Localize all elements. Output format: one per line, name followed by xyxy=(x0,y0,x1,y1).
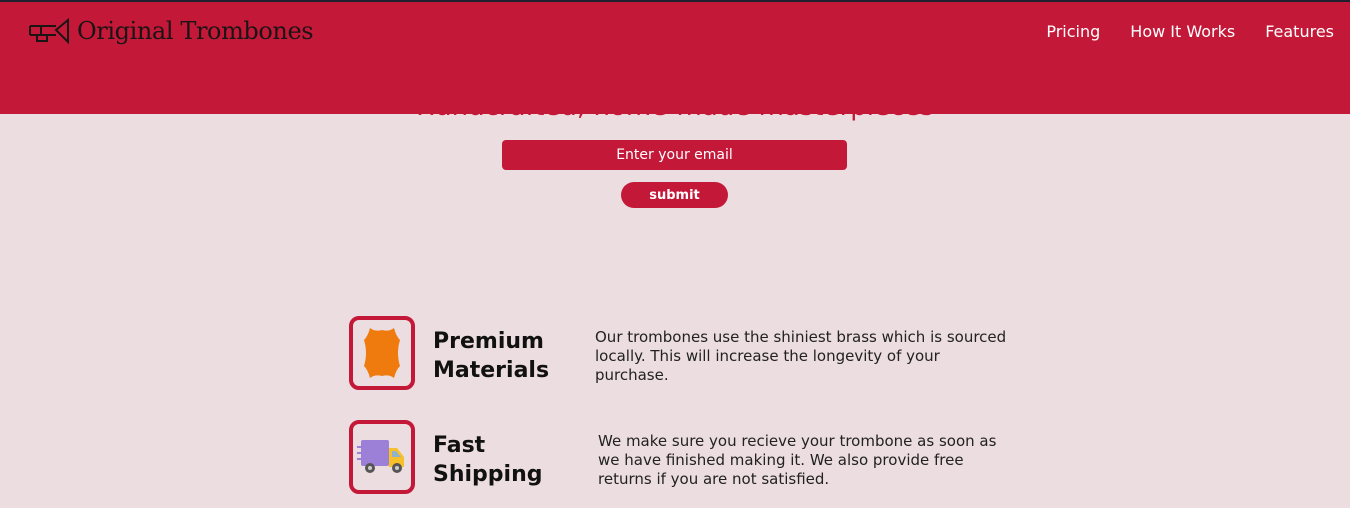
submit-button[interactable]: submit xyxy=(621,182,728,208)
leather-icon xyxy=(364,328,400,378)
brand-name: Original Trombones xyxy=(77,17,314,45)
nav-link-pricing[interactable]: Pricing xyxy=(1046,22,1100,41)
brand-logo[interactable]: Original Trombones xyxy=(28,16,314,46)
feature-description-materials: Our trombones use the shiniest brass whi… xyxy=(595,328,1007,384)
delivery-truck-icon xyxy=(357,440,404,473)
feature-icon-frame-shipping xyxy=(349,420,415,494)
nav-link-features[interactable]: Features xyxy=(1265,22,1334,41)
feature-title-line: Premium xyxy=(433,329,544,354)
site-header: Original Trombones Pricing How It Works … xyxy=(0,2,1350,114)
trombone-icon xyxy=(29,17,69,45)
feature-title-line: Shipping xyxy=(433,462,543,487)
feature-title-materials: Premium Materials xyxy=(433,327,583,385)
feature-icon-frame-materials xyxy=(349,316,415,390)
feature-title-shipping: Fast Shipping xyxy=(433,431,583,489)
feature-title-line: Materials xyxy=(433,358,550,383)
email-input[interactable] xyxy=(502,140,847,170)
feature-title-line: Fast xyxy=(433,433,486,458)
main-nav: Pricing How It Works Features xyxy=(1016,22,1334,41)
nav-link-how-it-works[interactable]: How It Works xyxy=(1130,22,1235,41)
feature-description-shipping: We make sure you recieve your trombone a… xyxy=(598,432,997,488)
